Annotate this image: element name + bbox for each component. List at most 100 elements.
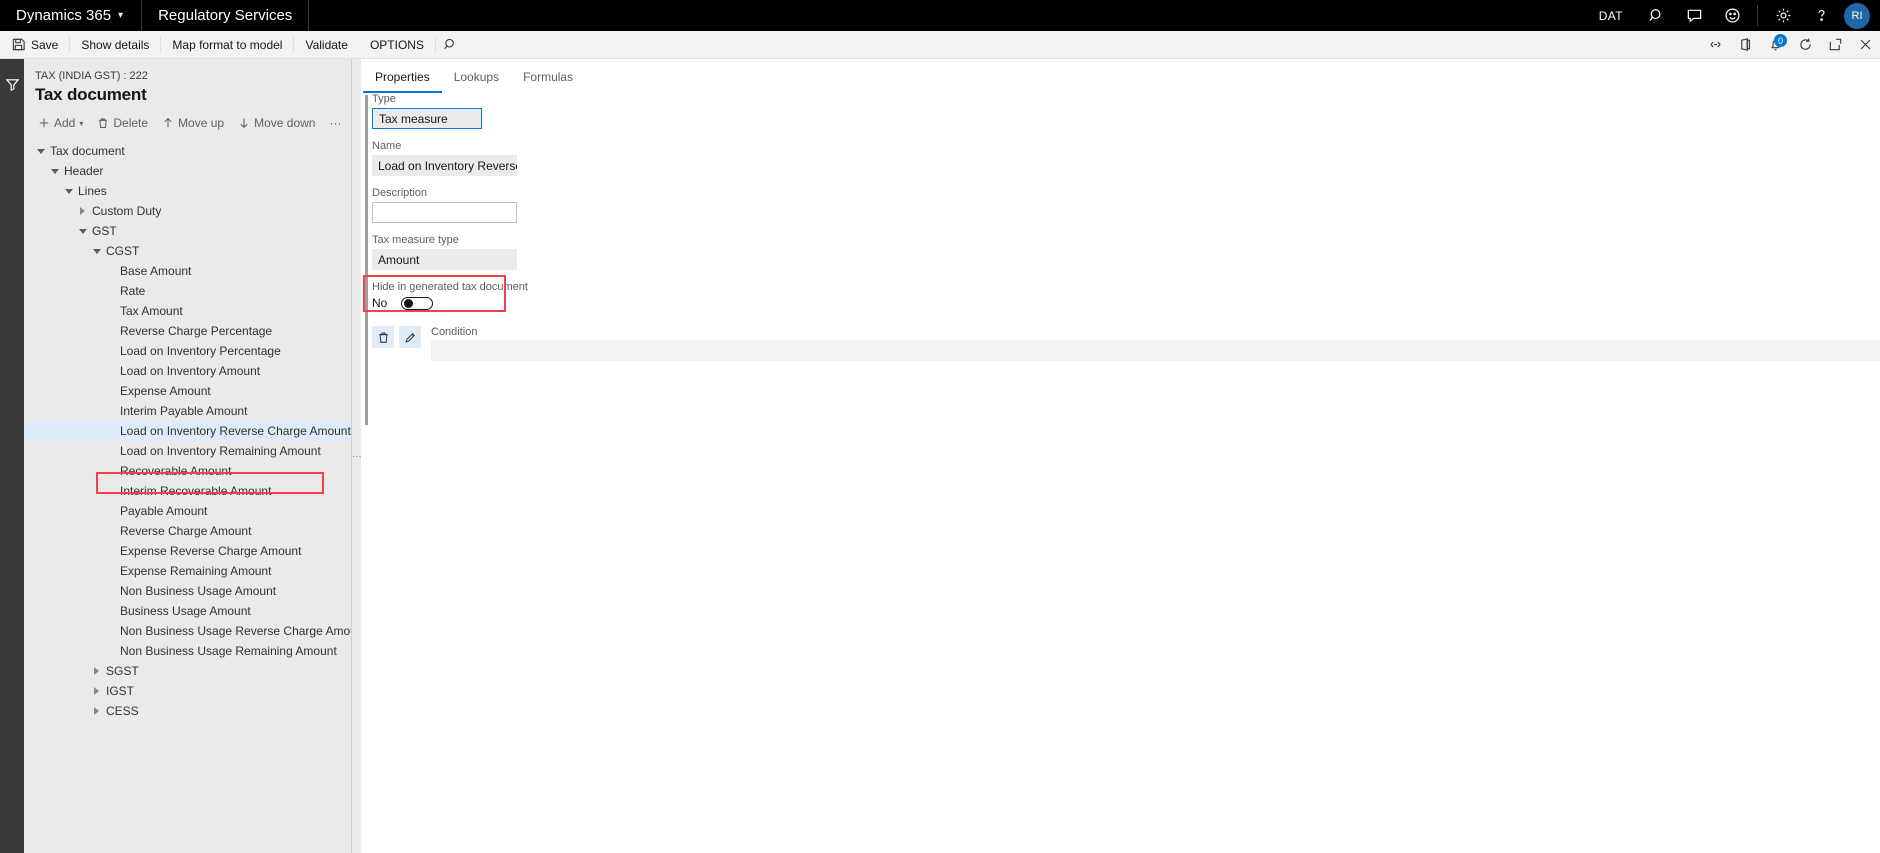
tax-measure-type-input[interactable]: Amount [372,249,517,270]
chevron-expanded-icon[interactable] [76,229,89,234]
delete-button[interactable]: Delete [91,113,154,133]
tree-node-label: Non Business Usage Reverse Charge Amount [120,624,351,638]
notifications-button[interactable]: 0 [1760,31,1790,58]
chevron-collapsed-icon[interactable] [90,707,103,715]
chevron-expanded-icon[interactable] [34,149,47,154]
tree-node[interactable]: Tax document [24,141,351,161]
tree-node[interactable]: SGST [24,661,351,681]
tab-properties[interactable]: Properties [363,70,442,93]
panel-splitter[interactable]: ⋮ [352,59,362,853]
topnav-right-group: DAT RI [1585,0,1880,31]
chevron-expanded-icon[interactable] [48,169,61,174]
tree-node[interactable]: Expense Remaining Amount [24,561,351,581]
tree-node[interactable]: Load on Inventory Remaining Amount [24,441,351,461]
office-app-button[interactable] [1730,31,1760,58]
move-down-label: Move down [254,116,316,130]
move-up-button[interactable]: Move up [156,113,230,133]
tree-node[interactable]: Expense Reverse Charge Amount [24,541,351,561]
tree-node[interactable]: GST [24,221,351,241]
tree-node[interactable]: Base Amount [24,261,351,281]
tree-node[interactable]: Rate [24,281,351,301]
condition-field: Condition [426,326,1880,361]
tree-node[interactable]: Recoverable Amount [24,461,351,481]
module-label: Regulatory Services [158,7,293,24]
validate-button[interactable]: Validate [294,31,358,58]
tree-node[interactable]: Business Usage Amount [24,601,351,621]
condition-input[interactable] [431,340,1880,361]
tree-node[interactable]: Expense Amount [24,381,351,401]
condition-edit-button[interactable] [399,326,421,348]
tree-node[interactable]: Tax Amount [24,301,351,321]
save-button[interactable]: Save [0,31,69,58]
toggle-knob [404,298,413,308]
chevron-collapsed-icon[interactable] [90,667,103,675]
tree-node[interactable]: Header [24,161,351,181]
search-button[interactable] [1637,0,1675,31]
tree-node-label: Load on Inventory Reverse Charge Amount [120,424,351,438]
avatar[interactable]: RI [1844,2,1870,29]
settings-button[interactable] [1764,0,1802,31]
action-pane-search-button[interactable] [436,31,466,58]
show-details-button[interactable]: Show details [70,31,160,58]
refresh-icon [1799,38,1811,50]
tree-node[interactable]: Payable Amount [24,501,351,521]
tree-node[interactable]: Interim Recoverable Amount [24,481,351,501]
tree-node[interactable]: Load on Inventory Reverse Charge Amount [24,421,351,441]
tab-label: Properties [375,70,430,84]
type-input[interactable]: Tax measure [372,108,482,129]
overflow-menu-button[interactable]: ··· [323,113,347,133]
tree-node[interactable]: Non Business Usage Reverse Charge Amount [24,621,351,641]
close-button[interactable] [1850,31,1880,58]
description-label: Description [372,187,428,199]
tab-lookups[interactable]: Lookups [442,70,511,93]
description-input[interactable] [372,202,517,223]
chevron-collapsed-icon[interactable] [90,687,103,695]
tree-node-label: Reverse Charge Percentage [120,324,273,338]
refresh-button[interactable] [1790,31,1820,58]
chevron-expanded-icon[interactable] [62,189,75,194]
module-name[interactable]: Regulatory Services [142,0,310,31]
smiley-button[interactable] [1713,0,1751,31]
attach-button[interactable] [1700,31,1730,58]
name-input[interactable]: Load on Inventory Reverse Char... [372,155,517,176]
dynamics-365-brand-menu[interactable]: Dynamics 365 ▾ [0,0,143,31]
tree-node-label: Rate [120,284,146,298]
add-button[interactable]: Add ▾ [32,113,89,133]
chevron-collapsed-icon[interactable] [76,207,89,215]
tree-node[interactable]: Non Business Usage Remaining Amount [24,641,351,661]
tree-node-label: Expense Remaining Amount [120,564,272,578]
feedback-button[interactable] [1675,0,1713,31]
tree-node[interactable]: Lines [24,181,351,201]
tree-node[interactable]: Non Business Usage Amount [24,581,351,601]
tree-node[interactable]: Interim Payable Amount [24,401,351,421]
action-pane-right-group: 0 [1700,31,1880,58]
hide-toggle-switch[interactable] [401,296,433,310]
tab-formulas[interactable]: Formulas [511,70,585,93]
tree-node-label: GST [92,224,117,238]
popout-button[interactable] [1820,31,1850,58]
office-app-icon [1740,38,1750,51]
delete-label: Delete [113,116,149,130]
tree-node[interactable]: Reverse Charge Amount [24,521,351,541]
tree-node[interactable]: Load on Inventory Percentage [24,341,351,361]
action-pane: Save Show details Map format to model Va… [0,31,1880,59]
chevron-expanded-icon[interactable] [90,249,103,254]
map-format-to-model-button[interactable]: Map format to model [161,31,293,58]
tree-node[interactable]: Load on Inventory Amount [24,361,351,381]
form-rail-bar [365,95,368,425]
tree-node[interactable]: Custom Duty [24,201,351,221]
help-button[interactable] [1802,0,1840,31]
tree-node-label: Non Business Usage Amount [120,584,277,598]
condition-delete-button[interactable] [372,326,394,348]
type-field: Type Tax measure [372,93,1880,129]
options-button[interactable]: OPTIONS [359,31,435,58]
company-selector[interactable]: DAT [1585,0,1637,31]
tree-view[interactable]: Tax document Header Lines Custom Duty GST CGS… [24,139,351,853]
tree-node[interactable]: CGST [24,241,351,261]
tree-node[interactable]: IGST [24,681,351,701]
move-down-button[interactable]: Move down [232,113,321,133]
tree-node[interactable]: CESS [24,701,351,721]
tree-node[interactable]: Reverse Charge Percentage [24,321,351,341]
filter-icon[interactable] [5,77,20,92]
content-panel: Properties Lookups Formulas Type Tax measu… [361,59,1880,853]
